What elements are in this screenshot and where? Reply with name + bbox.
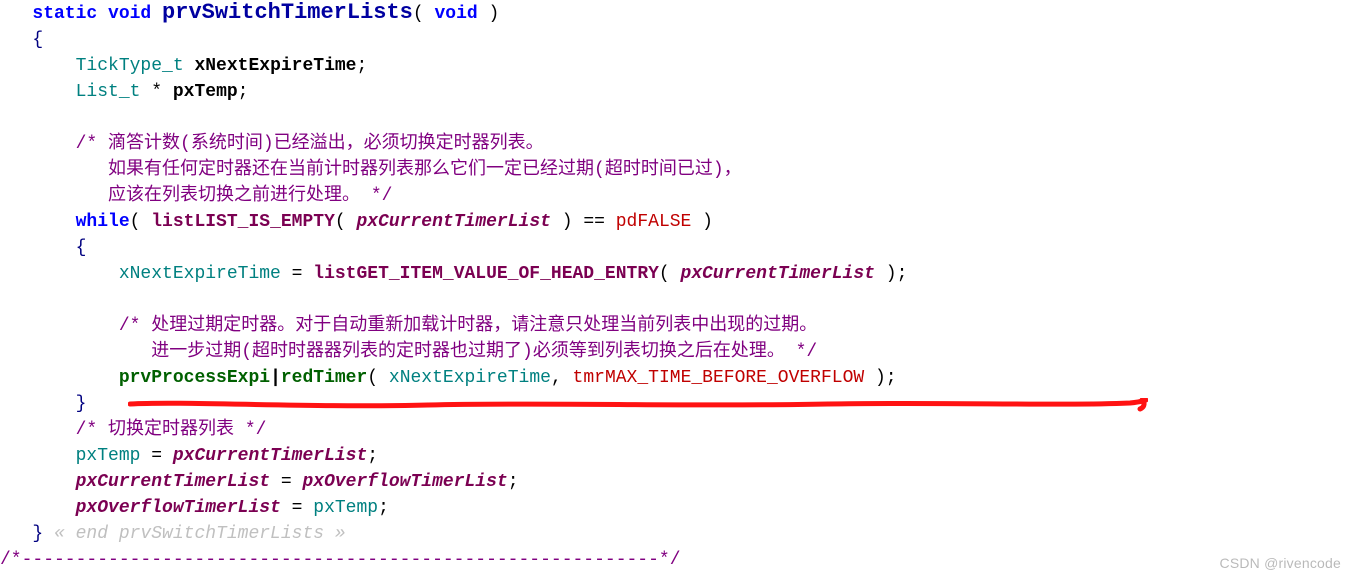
paren: ( [335,212,357,232]
star: * [151,82,173,102]
paren: ( [659,264,681,284]
brace-open-inner: { [76,238,87,258]
type-list: List_t [76,82,152,102]
keyword-while: while [76,212,130,232]
semi: ; [367,446,378,466]
close-eq: ) == [551,212,616,232]
type-ticktype: TickType_t [76,56,195,76]
const-pdfalse: pdFALSE [616,212,692,232]
fold-marker: « end prvSwitchTimerLists » [43,524,345,544]
macro-getitemhead: listGET_ITEM_VALUE_OF_HEAD_ENTRY [313,264,659,284]
semi: ; [238,82,249,102]
lhs-pxcurrenttimerlist: pxCurrentTimerList [76,472,270,492]
comment-2a: /* 处理过期定时器。对于自动重新加载计时器，请注意只处理当前列表中出现的过期。 [119,316,817,336]
eq: = [270,472,302,492]
rhs-pxoverflowtimerlist: pxOverflowTimerList [302,472,507,492]
fn-prvprocessexpiredtimer-a: prvProcessExpi [119,368,270,388]
brace-close-inner: } [76,394,87,414]
semi: ; [508,472,519,492]
rhs-pxtemp: pxTemp [313,498,378,518]
hr-comment: /*--------------------------------------… [0,550,681,570]
close: ); [875,264,907,284]
code-block: static void prvSwitchTimerLists( void ) … [0,0,1351,573]
arg-pxcurrenttimerlist: pxCurrentTimerList [681,264,875,284]
eq: = [140,446,172,466]
close: ); [864,368,896,388]
var-xnextexpiretime: xNextExpireTime [194,56,356,76]
paren: ( [130,212,152,232]
macro-listempty: listLIST_IS_EMPTY [151,212,335,232]
cursor: | [270,368,281,388]
eq: = [281,264,313,284]
comment-2b: 进一步过期(超时时器器列表的定时器也过期了)必须等到列表切换之后在处理。 */ [119,342,817,362]
var-pxtemp: pxTemp [173,82,238,102]
paren: ( [367,368,389,388]
semi: ; [356,56,367,76]
keyword-void: void [435,4,478,24]
rhs-pxcurrenttimerlist: pxCurrentTimerList [173,446,367,466]
lhs-pxoverflowtimerlist: pxOverflowTimerList [76,498,281,518]
brace-close: } [32,524,43,544]
comma: , [551,368,573,388]
paren-close: ) [478,4,500,24]
paren-open: ( [413,4,435,24]
comment-1a: /* 滴答计数(系统时间)已经溢出，必须切换定时器列表。 [76,134,544,154]
brace-open: { [32,30,43,50]
lhs-xnextexpiretime: xNextExpireTime [119,264,281,284]
eq: = [281,498,313,518]
arg-xnextexpiretime: xNextExpireTime [389,368,551,388]
comment-3: /* 切换定时器列表 */ [76,420,267,440]
comment-1b: 如果有任何定时器还在当前计时器列表那么它们一定已经过期(超时时间已过)， [76,160,742,180]
lhs-pxtemp: pxTemp [76,446,141,466]
paren-end: ) [691,212,713,232]
watermark: CSDN @rivencode [1220,550,1341,576]
keyword-static-void: static void [32,4,151,24]
semi: ; [378,498,389,518]
comment-1c: 应该在列表切换之前进行处理。 */ [76,186,393,206]
const-tmrmax: tmrMAX_TIME_BEFORE_OVERFLOW [573,368,865,388]
fn-prvprocessexpiredtimer-b: redTimer [281,368,367,388]
arg-pxcurrenttimerlist: pxCurrentTimerList [357,212,551,232]
function-name: prvSwitchTimerLists [162,0,413,25]
